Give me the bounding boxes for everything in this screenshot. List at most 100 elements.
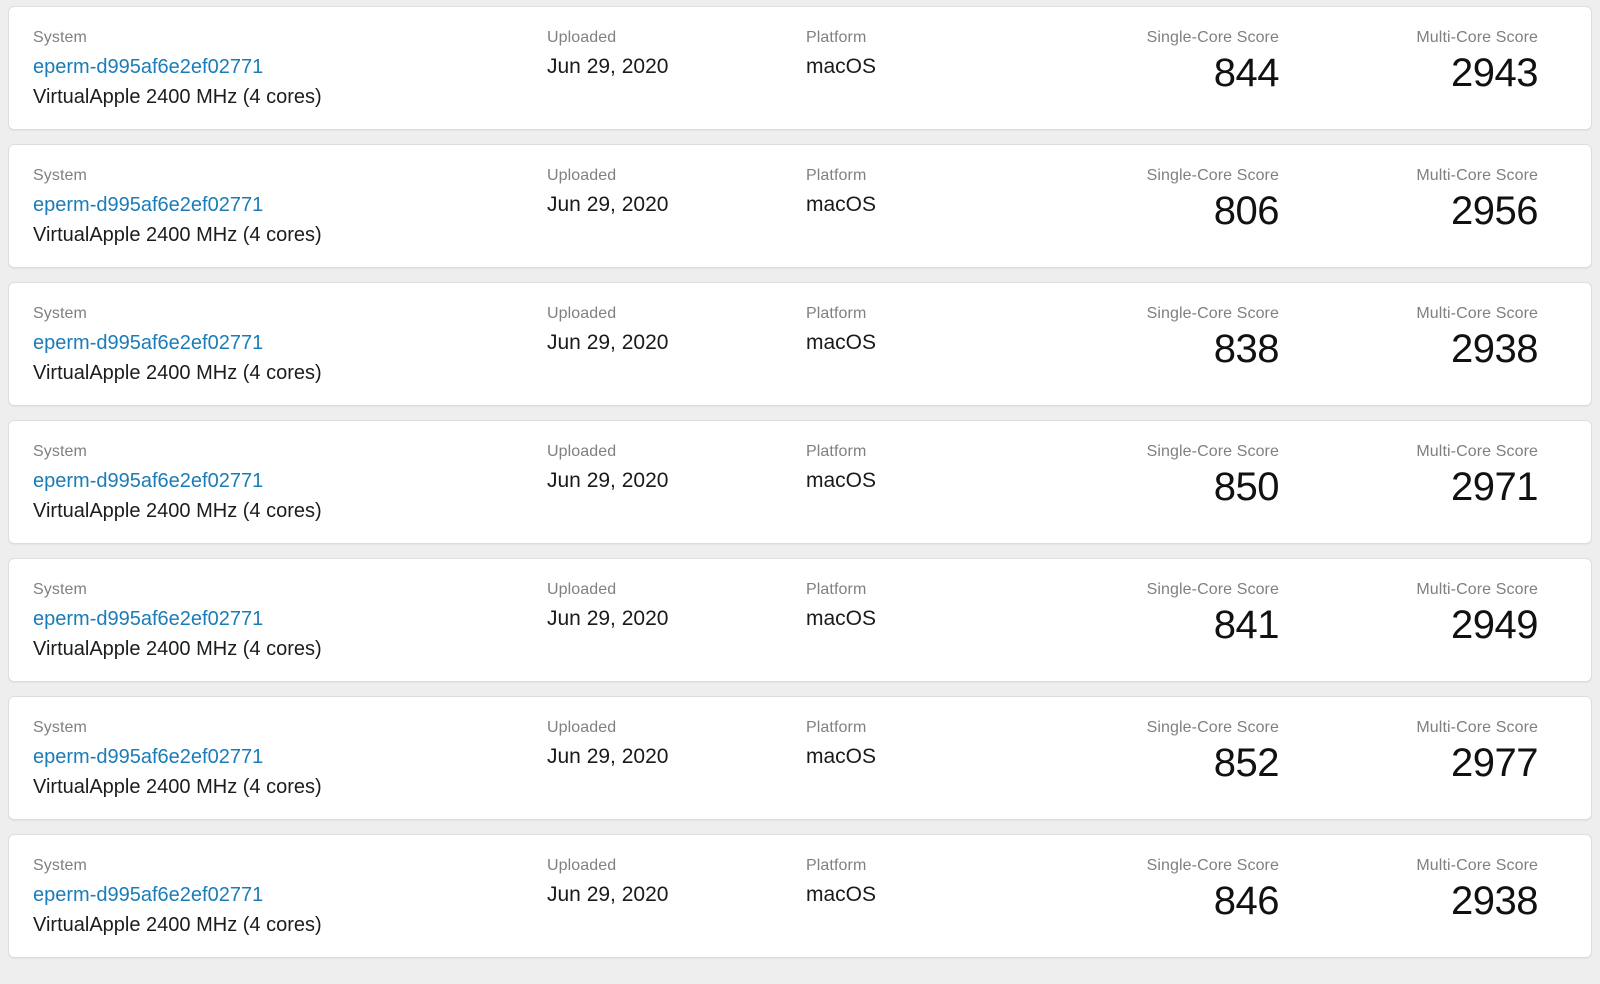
uploaded-column: Uploaded Jun 29, 2020: [547, 304, 787, 358]
uploaded-date-value: Jun 29, 2020: [547, 469, 669, 492]
multi-core-column-label: Multi-Core Score: [1416, 857, 1538, 874]
single-core-score-value: 846: [1213, 879, 1280, 923]
system-column-label: System: [33, 719, 87, 736]
uploaded-column-label: Uploaded: [547, 857, 617, 874]
multi-core-column-label: Multi-Core Score: [1416, 581, 1538, 598]
multi-core-column-label: Multi-Core Score: [1416, 305, 1538, 322]
multi-core-column: Multi-Core Score 2943: [1239, 28, 1538, 96]
system-name-link[interactable]: eperm-d995af6e2ef02771: [33, 53, 533, 81]
single-core-column-label: Single-Core Score: [1146, 167, 1279, 184]
card-content: System eperm-d995af6e2ef02771 VirtualApp…: [9, 7, 1591, 129]
system-name-link[interactable]: eperm-d995af6e2ef02771: [33, 605, 533, 633]
system-description: VirtualApple 2400 MHz (4 cores): [33, 914, 322, 936]
uploaded-column-label: Uploaded: [547, 167, 617, 184]
system-name-link[interactable]: eperm-d995af6e2ef02771: [33, 881, 533, 909]
single-core-score-value: 852: [1213, 741, 1280, 785]
multi-core-column-label: Multi-Core Score: [1416, 29, 1538, 46]
uploaded-column-label: Uploaded: [547, 443, 617, 460]
system-description: VirtualApple 2400 MHz (4 cores): [33, 362, 322, 384]
single-core-column-label: Single-Core Score: [1146, 857, 1279, 874]
uploaded-column: Uploaded Jun 29, 2020: [547, 442, 787, 496]
system-column-label: System: [33, 443, 87, 460]
multi-core-score-value: 2971: [1451, 465, 1538, 509]
benchmark-result-card[interactable]: System eperm-d995af6e2ef02771 VirtualApp…: [8, 282, 1592, 406]
uploaded-date-value: Jun 29, 2020: [547, 331, 669, 354]
single-core-column-label: Single-Core Score: [1146, 443, 1279, 460]
uploaded-column-label: Uploaded: [547, 581, 617, 598]
single-core-column: Single-Core Score 844: [969, 28, 1280, 96]
system-column-label: System: [33, 857, 87, 874]
uploaded-column: Uploaded Jun 29, 2020: [547, 28, 787, 82]
single-core-column-label: Single-Core Score: [1146, 581, 1279, 598]
uploaded-column: Uploaded Jun 29, 2020: [547, 718, 787, 772]
single-core-score-value: 806: [1213, 189, 1280, 233]
multi-core-score-value: 2943: [1451, 51, 1538, 95]
single-core-column: Single-Core Score 838: [969, 304, 1280, 372]
single-core-column: Single-Core Score 846: [969, 856, 1280, 924]
benchmark-result-card[interactable]: System eperm-d995af6e2ef02771 VirtualApp…: [8, 696, 1592, 820]
system-description: VirtualApple 2400 MHz (4 cores): [33, 638, 322, 660]
multi-core-column: Multi-Core Score 2949: [1239, 580, 1538, 648]
uploaded-date-value: Jun 29, 2020: [547, 55, 669, 78]
single-core-column: Single-Core Score 850: [969, 442, 1280, 510]
system-column: System eperm-d995af6e2ef02771 VirtualApp…: [33, 718, 533, 801]
system-name-link[interactable]: eperm-d995af6e2ef02771: [33, 191, 533, 219]
benchmark-result-card[interactable]: System eperm-d995af6e2ef02771 VirtualApp…: [8, 834, 1592, 958]
system-name-link[interactable]: eperm-d995af6e2ef02771: [33, 743, 533, 771]
multi-core-score-value: 2956: [1451, 189, 1538, 233]
system-column: System eperm-d995af6e2ef02771 VirtualApp…: [33, 166, 533, 249]
single-core-column: Single-Core Score 806: [969, 166, 1280, 234]
multi-core-score-value: 2938: [1451, 879, 1538, 923]
multi-core-column: Multi-Core Score 2938: [1239, 304, 1538, 372]
single-core-score-value: 841: [1213, 603, 1280, 647]
system-column: System eperm-d995af6e2ef02771 VirtualApp…: [33, 28, 533, 111]
single-core-column-label: Single-Core Score: [1146, 719, 1279, 736]
single-core-column: Single-Core Score 841: [969, 580, 1280, 648]
benchmark-result-card[interactable]: System eperm-d995af6e2ef02771 VirtualApp…: [8, 420, 1592, 544]
system-column: System eperm-d995af6e2ef02771 VirtualApp…: [33, 304, 533, 387]
system-column-label: System: [33, 167, 87, 184]
single-core-column-label: Single-Core Score: [1146, 29, 1279, 46]
multi-core-score-value: 2938: [1451, 327, 1538, 371]
multi-core-column-label: Multi-Core Score: [1416, 167, 1538, 184]
system-description: VirtualApple 2400 MHz (4 cores): [33, 776, 322, 798]
card-content: System eperm-d995af6e2ef02771 VirtualApp…: [9, 559, 1591, 681]
multi-core-column: Multi-Core Score 2977: [1239, 718, 1538, 786]
system-column: System eperm-d995af6e2ef02771 VirtualApp…: [33, 442, 533, 525]
card-content: System eperm-d995af6e2ef02771 VirtualApp…: [9, 835, 1591, 957]
single-core-column: Single-Core Score 852: [969, 718, 1280, 786]
multi-core-column: Multi-Core Score 2938: [1239, 856, 1538, 924]
multi-core-column-label: Multi-Core Score: [1416, 443, 1538, 460]
single-core-column-label: Single-Core Score: [1146, 305, 1279, 322]
benchmark-result-card[interactable]: System eperm-d995af6e2ef02771 VirtualApp…: [8, 6, 1592, 130]
card-content: System eperm-d995af6e2ef02771 VirtualApp…: [9, 421, 1591, 543]
single-core-score-value: 844: [1213, 51, 1280, 95]
card-content: System eperm-d995af6e2ef02771 VirtualApp…: [9, 697, 1591, 819]
system-description: VirtualApple 2400 MHz (4 cores): [33, 86, 322, 108]
multi-core-column: Multi-Core Score 2971: [1239, 442, 1538, 510]
system-column-label: System: [33, 581, 87, 598]
uploaded-column: Uploaded Jun 29, 2020: [547, 166, 787, 220]
multi-core-score-value: 2977: [1451, 741, 1538, 785]
uploaded-date-value: Jun 29, 2020: [547, 607, 669, 630]
card-content: System eperm-d995af6e2ef02771 VirtualApp…: [9, 145, 1591, 267]
uploaded-column-label: Uploaded: [547, 29, 617, 46]
uploaded-column-label: Uploaded: [547, 719, 617, 736]
benchmark-result-card[interactable]: System eperm-d995af6e2ef02771 VirtualApp…: [8, 144, 1592, 268]
multi-core-column: Multi-Core Score 2956: [1239, 166, 1538, 234]
system-name-link[interactable]: eperm-d995af6e2ef02771: [33, 467, 533, 495]
multi-core-column-label: Multi-Core Score: [1416, 719, 1538, 736]
system-column: System eperm-d995af6e2ef02771 VirtualApp…: [33, 580, 533, 663]
single-core-score-value: 850: [1213, 465, 1280, 509]
benchmark-result-card[interactable]: System eperm-d995af6e2ef02771 VirtualApp…: [8, 558, 1592, 682]
uploaded-date-value: Jun 29, 2020: [547, 883, 669, 906]
uploaded-date-value: Jun 29, 2020: [547, 193, 669, 216]
uploaded-date-value: Jun 29, 2020: [547, 745, 669, 768]
system-description: VirtualApple 2400 MHz (4 cores): [33, 500, 322, 522]
uploaded-column: Uploaded Jun 29, 2020: [547, 856, 787, 910]
multi-core-score-value: 2949: [1451, 603, 1538, 647]
benchmark-results-list: System eperm-d995af6e2ef02771 VirtualApp…: [0, 0, 1600, 958]
system-column: System eperm-d995af6e2ef02771 VirtualApp…: [33, 856, 533, 939]
card-content: System eperm-d995af6e2ef02771 VirtualApp…: [9, 283, 1591, 405]
system-name-link[interactable]: eperm-d995af6e2ef02771: [33, 329, 533, 357]
